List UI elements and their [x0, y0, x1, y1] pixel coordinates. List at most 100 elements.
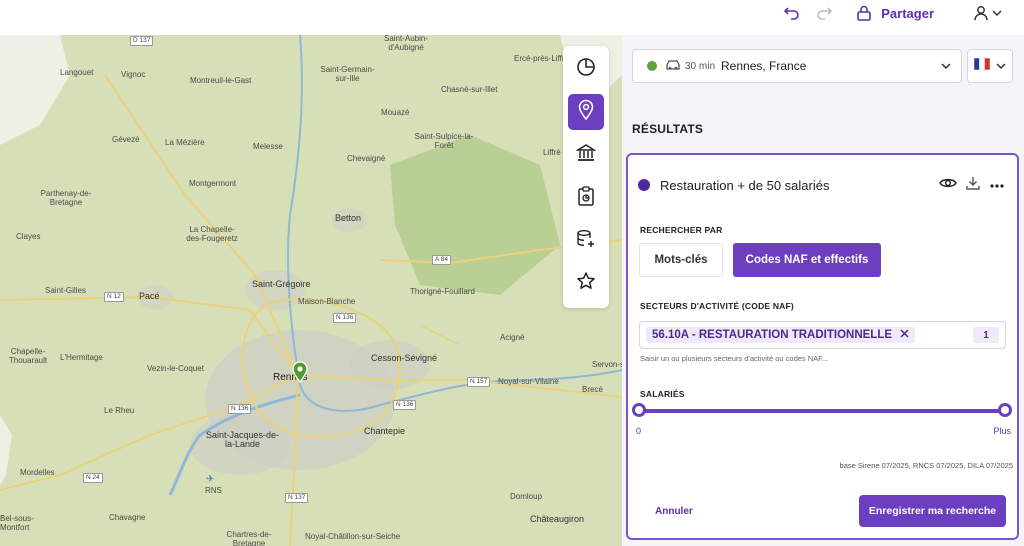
employees-slider-min-handle[interactable]: [632, 403, 646, 417]
map-place-label: Chantepie: [364, 426, 406, 436]
map-place-label: Chevaigné: [347, 154, 386, 163]
search-by-label: RECHERCHER PAR: [640, 225, 723, 235]
card-actions: [939, 175, 1005, 196]
eye-icon[interactable]: [939, 176, 957, 195]
redo-icon[interactable]: [815, 4, 833, 22]
map-place-label: Betton: [335, 213, 362, 223]
results-title: RÉSULTATS: [632, 122, 704, 136]
naf-code-field[interactable]: 56.10A - RESTAURATION TRADITIONNELLE 1: [639, 321, 1006, 349]
user-menu[interactable]: [972, 4, 1002, 22]
location-marker-icon[interactable]: [291, 361, 309, 383]
road-label: A 84: [432, 255, 452, 265]
map-place-label: Gévezé: [112, 135, 140, 144]
results-panel: 30 min Rennes, France RÉSULTATS Restaura…: [622, 35, 1024, 546]
map-place-label: Vignoc: [121, 70, 146, 79]
map-place-label: Saint-Grégoire: [252, 279, 311, 289]
map-base: [0, 35, 622, 546]
map-place-label: Servon-sur-Vilaine: [592, 360, 622, 369]
naf-codes-option[interactable]: Codes NAF et effectifs: [733, 243, 881, 277]
map-place-label: Brecé: [582, 385, 603, 394]
map-place-label: Parthenay-de-Bretagne: [40, 189, 92, 207]
map-view[interactable]: Langouet Vignoc Montreuil-le-Gast Saint-…: [0, 35, 622, 546]
france-flag-icon: [973, 57, 991, 75]
road-label: N 136: [393, 400, 417, 410]
map-place-label: Noyal-sur-Vilaine: [498, 377, 559, 386]
more-options-icon[interactable]: [989, 176, 1005, 194]
employees-slider-track[interactable]: [639, 409, 1005, 413]
data-sources: base Sirene 07/2025, RNCS 07/2025, DILA …: [839, 461, 1013, 470]
map-place-label: Liffré: [543, 148, 561, 157]
map-place-label: Châteaugiron: [530, 514, 585, 524]
location-pin-icon: [577, 99, 595, 126]
clipboard-icon: [577, 185, 595, 211]
toolbar-data-button[interactable]: [568, 223, 604, 259]
location-city: Rennes, France: [721, 59, 807, 73]
close-icon[interactable]: [900, 329, 909, 341]
country-selector[interactable]: [967, 49, 1013, 83]
road-label: N 24: [83, 473, 103, 483]
toolbar-statistics-button[interactable]: [568, 51, 604, 87]
road-label: N 136: [333, 313, 357, 323]
road-label: N 12: [104, 292, 124, 302]
map-place-label: L'Hermitage: [60, 353, 103, 362]
cancel-button[interactable]: Annuler: [655, 506, 693, 517]
map-place-label: Saint-Gilles: [45, 286, 86, 295]
map-place-label: RNS: [205, 486, 222, 495]
sector-label: SECTEURS D'ACTIVITÉ (CODE NAF): [640, 301, 794, 311]
bank-icon: [575, 143, 597, 168]
download-icon[interactable]: [965, 175, 981, 196]
map-place-label: Bel-sous-Montfort: [0, 514, 34, 532]
map-place-label: Clayes: [16, 232, 41, 241]
map-place-label: Montgermont: [189, 179, 237, 188]
keywords-option[interactable]: Mots-clés: [639, 243, 723, 277]
top-bar: Partager: [0, 0, 1024, 35]
map-place-label: Vezin-le-Coquet: [147, 364, 204, 373]
map-place-label: Noyal-Châtillon-sur-Seiche: [305, 532, 401, 541]
toolbar-institutions-button[interactable]: [568, 137, 604, 173]
undo-icon[interactable]: [783, 4, 801, 22]
map-place-label: Chavagne: [109, 513, 146, 522]
search-title[interactable]: Restauration + de 50 salariés: [660, 178, 829, 193]
map-place-label: Mordelles: [20, 468, 55, 477]
user-icon: [972, 4, 990, 22]
save-search-button[interactable]: Enregistrer ma recherche: [859, 495, 1006, 527]
share-label: Partager: [881, 5, 934, 21]
road-label: D 137: [130, 36, 154, 46]
naf-chip: 56.10A - RESTAURATION TRADITIONNELLE: [646, 327, 916, 343]
share-button[interactable]: Partager: [855, 4, 934, 22]
map-place-label: Melesse: [253, 142, 283, 151]
map-place-label: Chasné-sur-Illet: [441, 85, 498, 94]
road-label: N 157: [467, 377, 491, 387]
map-place-label: Mouazé: [381, 108, 410, 117]
map-place-label: Acigné: [500, 333, 525, 342]
map-place-label: Chapelle-Thouarault: [8, 347, 48, 365]
employees-label: SALARIÉS: [640, 389, 685, 399]
top-actions: Partager: [783, 3, 1002, 23]
search-color-dot[interactable]: [638, 179, 650, 191]
database-add-icon: [576, 229, 596, 254]
toolbar-favorites-button[interactable]: [568, 265, 604, 301]
employees-slider-max-handle[interactable]: [998, 403, 1012, 417]
star-icon: [576, 271, 596, 296]
map-place-label: Saint-Jacques-de-la-Lande: [205, 430, 280, 449]
map-place-label: Saint-Germain-sur-Ille: [320, 65, 375, 83]
map-place-label: Chartres-de-Bretagne: [226, 530, 272, 546]
naf-count-badge: 1: [973, 327, 999, 343]
map-place-label: Le Rheu: [104, 406, 135, 415]
search-card-header: Restauration + de 50 salariés: [638, 175, 1005, 195]
toolbar-reports-button[interactable]: [568, 180, 604, 216]
naf-hint: Saisir un ou plusieurs secteurs d'activi…: [640, 354, 829, 363]
map-place-label: Cesson-Sévigné: [371, 353, 438, 363]
location-status-dot: [647, 61, 657, 71]
location-selector[interactable]: 30 min Rennes, France: [632, 49, 962, 83]
toolbar-location-button[interactable]: [568, 94, 604, 130]
map-place-label: Domloup: [510, 492, 543, 501]
airport-icon: ✈: [206, 474, 215, 485]
chevron-down-icon: [992, 4, 1002, 22]
map-toolbar: [563, 46, 609, 308]
map-place-label: Saint-Sulpice-la-Forêt: [414, 132, 474, 150]
map-place-label: Ercé-près-Liffré: [514, 54, 569, 63]
road-label: N 137: [285, 493, 309, 503]
travel-duration: 30 min: [685, 60, 716, 72]
naf-chip-label: 56.10A - RESTAURATION TRADITIONNELLE: [652, 329, 893, 341]
